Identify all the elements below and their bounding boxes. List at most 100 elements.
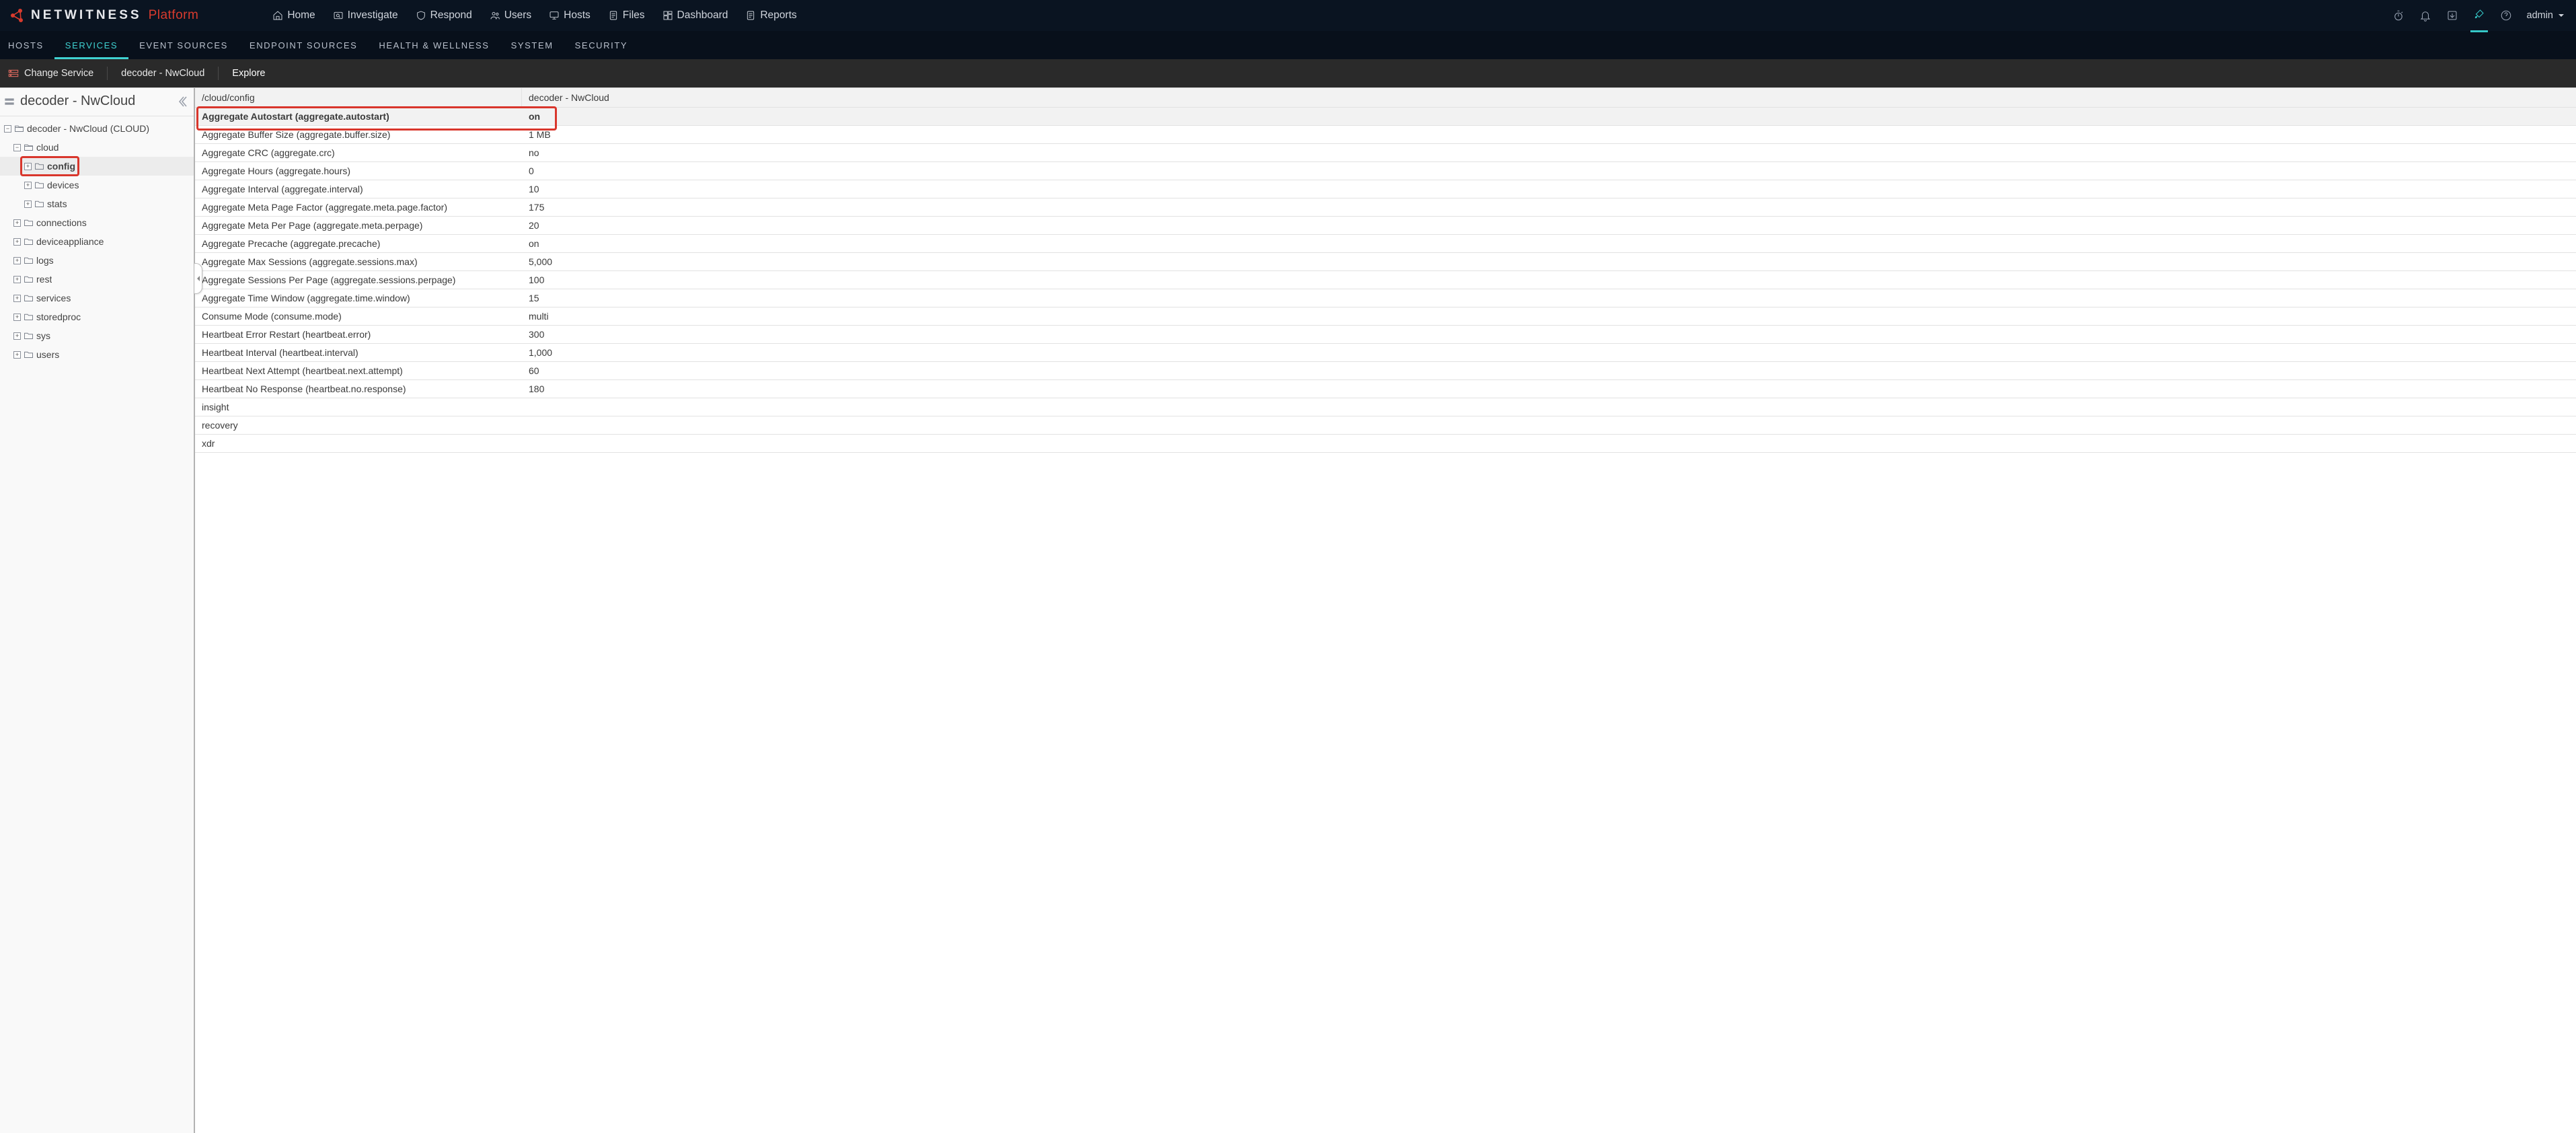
folder-icon	[24, 332, 34, 340]
nav-files[interactable]: Files	[608, 9, 645, 22]
stopwatch-icon[interactable]	[2392, 9, 2404, 22]
config-value[interactable]: 60	[522, 362, 2576, 379]
collapse-sidebar-icon[interactable]	[178, 96, 187, 108]
config-row[interactable]: Aggregate CRC (aggregate.crc)no	[195, 144, 2576, 162]
tree-toggle[interactable]	[13, 295, 21, 302]
nav-reports[interactable]: Reports	[745, 9, 796, 22]
config-value[interactable]: 5,000	[522, 253, 2576, 270]
config-value[interactable]: 100	[522, 271, 2576, 289]
nav-respond-label: Respond	[430, 9, 472, 22]
nav-home[interactable]: Home	[272, 9, 315, 22]
subnav-security[interactable]: SECURITY	[564, 31, 639, 59]
config-value[interactable]	[522, 416, 2576, 434]
split-handle[interactable]	[194, 263, 202, 294]
config-value[interactable]: 20	[522, 217, 2576, 234]
files-icon	[608, 10, 619, 21]
config-row[interactable]: Aggregate Meta Per Page (aggregate.meta.…	[195, 217, 2576, 235]
help-icon[interactable]	[2500, 9, 2512, 22]
config-value[interactable]: 300	[522, 326, 2576, 343]
nav-dashboard[interactable]: Dashboard	[662, 9, 728, 22]
tree-toggle[interactable]	[13, 332, 21, 340]
tree-node-storedproc[interactable]: storedproc	[0, 307, 194, 326]
config-key: Aggregate Interval (aggregate.interval)	[195, 180, 522, 198]
config-row[interactable]: Aggregate Interval (aggregate.interval)1…	[195, 180, 2576, 198]
change-service-button[interactable]: Change Service	[8, 68, 93, 79]
tree-node-devices[interactable]: devices	[0, 176, 194, 194]
config-row[interactable]: recovery	[195, 416, 2576, 435]
config-value[interactable]: 1 MB	[522, 126, 2576, 143]
config-row[interactable]: xdr	[195, 435, 2576, 453]
user-menu[interactable]: admin	[2527, 10, 2566, 21]
config-value[interactable]: 10	[522, 180, 2576, 198]
config-row[interactable]: Heartbeat Interval (heartbeat.interval)1…	[195, 344, 2576, 362]
config-value[interactable]: 15	[522, 289, 2576, 307]
tree-node-config[interactable]: config	[0, 157, 194, 176]
subnav-hosts[interactable]: HOSTS	[7, 31, 54, 59]
config-value[interactable]	[522, 435, 2576, 452]
subnav-health[interactable]: HEALTH & WELLNESS	[368, 31, 500, 59]
tree-toggle[interactable]	[4, 125, 11, 133]
config-row[interactable]: Aggregate Autostart (aggregate.autostart…	[195, 108, 2576, 126]
config-row[interactable]: Aggregate Max Sessions (aggregate.sessio…	[195, 253, 2576, 271]
bell-icon[interactable]	[2419, 9, 2431, 22]
config-row[interactable]: Aggregate Precache (aggregate.precache)o…	[195, 235, 2576, 253]
config-row[interactable]: Aggregate Buffer Size (aggregate.buffer.…	[195, 126, 2576, 144]
tree-toggle[interactable]	[24, 163, 32, 170]
config-value[interactable]	[522, 398, 2576, 416]
config-key: Heartbeat Interval (heartbeat.interval)	[195, 344, 522, 361]
config-row[interactable]: Consume Mode (consume.mode)multi	[195, 307, 2576, 326]
host-icon	[4, 97, 15, 106]
subnav-services[interactable]: SERVICES	[54, 31, 128, 59]
config-row[interactable]: Heartbeat Next Attempt (heartbeat.next.a…	[195, 362, 2576, 380]
config-row[interactable]: Aggregate Time Window (aggregate.time.wi…	[195, 289, 2576, 307]
tree-toggle[interactable]	[13, 144, 21, 151]
tree-toggle[interactable]	[13, 257, 21, 264]
tree-toggle[interactable]	[13, 351, 21, 359]
nav-respond[interactable]: Respond	[416, 9, 472, 22]
nav-investigate-label: Investigate	[348, 9, 398, 22]
config-value[interactable]: 1,000	[522, 344, 2576, 361]
tree-node-sys[interactable]: sys	[0, 326, 194, 345]
nav-investigate[interactable]: Investigate	[333, 9, 398, 22]
user-name: admin	[2527, 10, 2554, 21]
tree-toggle[interactable]	[13, 219, 21, 227]
tree-node-logs[interactable]: logs	[0, 251, 194, 270]
tree-node-root[interactable]: decoder - NwCloud (CLOUD)	[0, 119, 194, 138]
tree-toggle[interactable]	[13, 238, 21, 246]
queue-icon[interactable]	[2446, 9, 2458, 22]
config-value[interactable]: no	[522, 144, 2576, 161]
config-value[interactable]: multi	[522, 307, 2576, 325]
tree-node-stats[interactable]: stats	[0, 194, 194, 213]
config-row[interactable]: Aggregate Meta Page Factor (aggregate.me…	[195, 198, 2576, 217]
breadcrumb-action[interactable]: Explore	[232, 68, 265, 79]
nav-hosts[interactable]: Hosts	[549, 9, 591, 22]
config-value[interactable]: 175	[522, 198, 2576, 216]
subnav-endpoint-sources[interactable]: ENDPOINT SOURCES	[239, 31, 368, 59]
tree-node-users[interactable]: users	[0, 345, 194, 364]
config-key: insight	[195, 398, 522, 416]
tree-node-deviceappliance[interactable]: deviceappliance	[0, 232, 194, 251]
config-row[interactable]: Aggregate Hours (aggregate.hours)0	[195, 162, 2576, 180]
tree-toggle[interactable]	[24, 200, 32, 208]
subnav-system[interactable]: SYSTEM	[500, 31, 564, 59]
tree-toggle[interactable]	[13, 314, 21, 321]
config-row[interactable]: Heartbeat Error Restart (heartbeat.error…	[195, 326, 2576, 344]
tree-toggle[interactable]	[24, 182, 32, 189]
config-value[interactable]: on	[522, 108, 2576, 125]
tree-node-rest[interactable]: rest	[0, 270, 194, 289]
config-row[interactable]: Aggregate Sessions Per Page (aggregate.s…	[195, 271, 2576, 289]
config-value[interactable]: on	[522, 235, 2576, 252]
tree-node-services[interactable]: services	[0, 289, 194, 307]
admin-config-icon[interactable]	[2473, 8, 2485, 20]
config-row[interactable]: insight	[195, 398, 2576, 416]
config-value[interactable]: 0	[522, 162, 2576, 180]
nav-users[interactable]: Users	[490, 9, 531, 22]
subnav-event-sources[interactable]: EVENT SOURCES	[128, 31, 239, 59]
config-row[interactable]: Heartbeat No Response (heartbeat.no.resp…	[195, 380, 2576, 398]
config-value[interactable]: 180	[522, 380, 2576, 398]
tree-node-cloud[interactable]: cloud	[0, 138, 194, 157]
config-key: Aggregate Sessions Per Page (aggregate.s…	[195, 271, 522, 289]
config-key: Aggregate Precache (aggregate.precache)	[195, 235, 522, 252]
tree-node-connections[interactable]: connections	[0, 213, 194, 232]
tree-toggle[interactable]	[13, 276, 21, 283]
